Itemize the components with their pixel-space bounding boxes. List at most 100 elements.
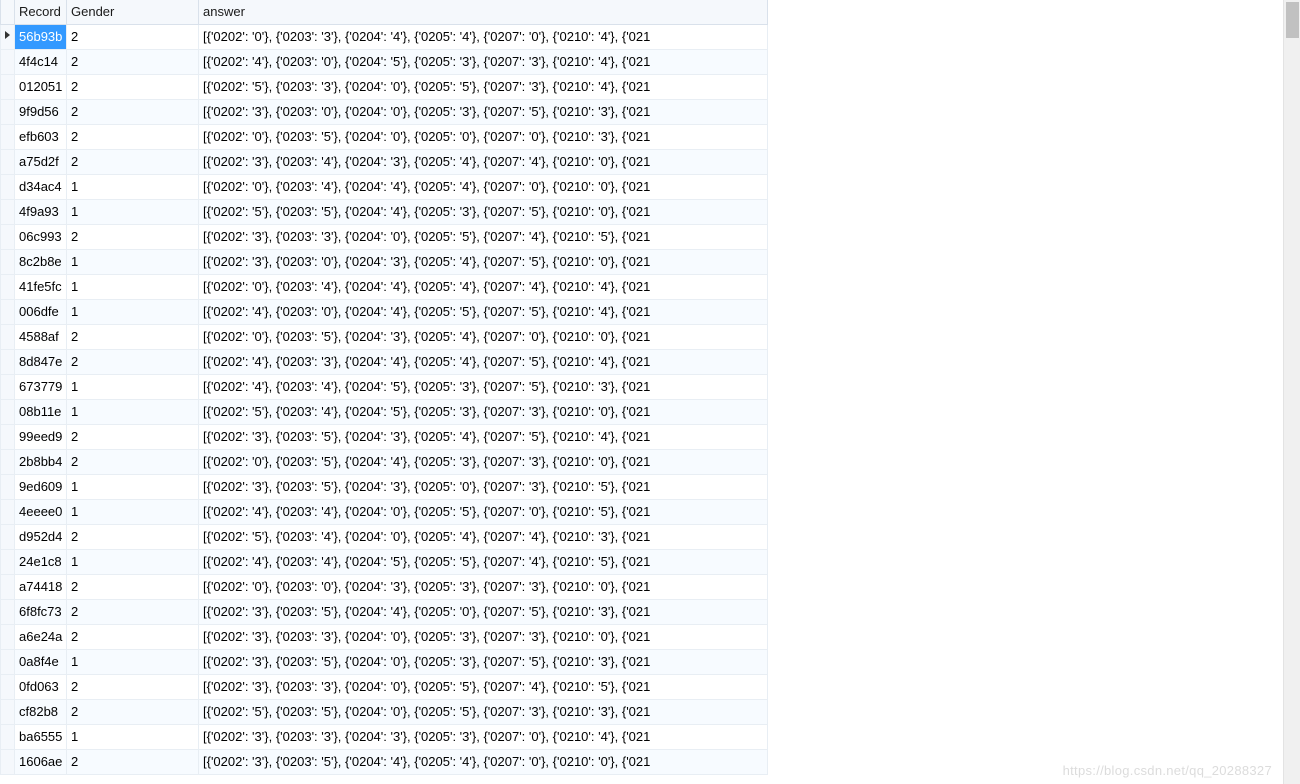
table-row[interactable]: 99eed92[{'0202': '3'}, {'0203': '5'}, {'… bbox=[1, 424, 768, 449]
row-indicator[interactable] bbox=[1, 349, 15, 374]
cell-answer[interactable]: [{'0202': '0'}, {'0203': '0'}, {'0204': … bbox=[199, 574, 768, 599]
row-indicator[interactable] bbox=[1, 24, 15, 49]
table-row[interactable]: d34ac41[{'0202': '0'}, {'0203': '4'}, {'… bbox=[1, 174, 768, 199]
cell-record[interactable]: 2b8bb4 bbox=[15, 449, 67, 474]
row-indicator[interactable] bbox=[1, 499, 15, 524]
cell-gender[interactable]: 2 bbox=[67, 574, 199, 599]
cell-gender[interactable]: 2 bbox=[67, 749, 199, 774]
table-row[interactable]: 006dfe1[{'0202': '4'}, {'0203': '0'}, {'… bbox=[1, 299, 768, 324]
row-indicator[interactable] bbox=[1, 374, 15, 399]
cell-gender[interactable]: 1 bbox=[67, 499, 199, 524]
cell-answer[interactable]: [{'0202': '3'}, {'0203': '3'}, {'0204': … bbox=[199, 724, 768, 749]
table-row[interactable]: 0120512[{'0202': '5'}, {'0203': '3'}, {'… bbox=[1, 74, 768, 99]
row-indicator[interactable] bbox=[1, 699, 15, 724]
row-indicator[interactable] bbox=[1, 199, 15, 224]
cell-answer[interactable]: [{'0202': '4'}, {'0203': '0'}, {'0204': … bbox=[199, 299, 768, 324]
cell-gender[interactable]: 2 bbox=[67, 99, 199, 124]
cell-record[interactable]: 4eeee0 bbox=[15, 499, 67, 524]
row-indicator[interactable] bbox=[1, 74, 15, 99]
table-row[interactable]: 4f4c142[{'0202': '4'}, {'0203': '0'}, {'… bbox=[1, 49, 768, 74]
column-header-answer[interactable]: answer bbox=[199, 0, 768, 24]
cell-answer[interactable]: [{'0202': '3'}, {'0203': '3'}, {'0204': … bbox=[199, 674, 768, 699]
cell-record[interactable]: 9f9d56 bbox=[15, 99, 67, 124]
cell-record[interactable]: 56b93b bbox=[15, 24, 67, 49]
row-indicator[interactable] bbox=[1, 124, 15, 149]
cell-record[interactable]: d952d4 bbox=[15, 524, 67, 549]
cell-record[interactable]: 4f4c14 bbox=[15, 49, 67, 74]
cell-record[interactable]: 0fd063 bbox=[15, 674, 67, 699]
cell-gender[interactable]: 2 bbox=[67, 124, 199, 149]
cell-gender[interactable]: 2 bbox=[67, 24, 199, 49]
row-indicator-header[interactable] bbox=[1, 0, 15, 24]
cell-gender[interactable]: 1 bbox=[67, 199, 199, 224]
cell-record[interactable]: 673779 bbox=[15, 374, 67, 399]
cell-gender[interactable]: 2 bbox=[67, 349, 199, 374]
cell-gender[interactable]: 2 bbox=[67, 424, 199, 449]
column-header-gender[interactable]: Gender bbox=[67, 0, 199, 24]
row-indicator[interactable] bbox=[1, 449, 15, 474]
row-indicator[interactable] bbox=[1, 174, 15, 199]
row-indicator[interactable] bbox=[1, 424, 15, 449]
cell-gender[interactable]: 1 bbox=[67, 174, 199, 199]
cell-gender[interactable]: 1 bbox=[67, 474, 199, 499]
cell-answer[interactable]: [{'0202': '3'}, {'0203': '3'}, {'0204': … bbox=[199, 224, 768, 249]
cell-record[interactable]: a6e24a bbox=[15, 624, 67, 649]
cell-record[interactable]: a75d2f bbox=[15, 149, 67, 174]
cell-answer[interactable]: [{'0202': '0'}, {'0203': '5'}, {'0204': … bbox=[199, 324, 768, 349]
cell-gender[interactable]: 1 bbox=[67, 374, 199, 399]
table-row[interactable]: efb6032[{'0202': '0'}, {'0203': '5'}, {'… bbox=[1, 124, 768, 149]
row-indicator[interactable] bbox=[1, 299, 15, 324]
row-indicator[interactable] bbox=[1, 624, 15, 649]
row-indicator[interactable] bbox=[1, 324, 15, 349]
cell-record[interactable]: 24e1c8 bbox=[15, 549, 67, 574]
table-row[interactable]: 0fd0632[{'0202': '3'}, {'0203': '3'}, {'… bbox=[1, 674, 768, 699]
cell-record[interactable]: 8d847e bbox=[15, 349, 67, 374]
cell-record[interactable]: 1606ae bbox=[15, 749, 67, 774]
cell-gender[interactable]: 1 bbox=[67, 724, 199, 749]
cell-answer[interactable]: [{'0202': '5'}, {'0203': '4'}, {'0204': … bbox=[199, 399, 768, 424]
cell-answer[interactable]: [{'0202': '5'}, {'0203': '5'}, {'0204': … bbox=[199, 199, 768, 224]
cell-answer[interactable]: [{'0202': '4'}, {'0203': '3'}, {'0204': … bbox=[199, 349, 768, 374]
cell-record[interactable]: efb603 bbox=[15, 124, 67, 149]
table-row[interactable]: 2b8bb42[{'0202': '0'}, {'0203': '5'}, {'… bbox=[1, 449, 768, 474]
table-row[interactable]: 6737791[{'0202': '4'}, {'0203': '4'}, {'… bbox=[1, 374, 768, 399]
table-row[interactable]: 08b11e1[{'0202': '5'}, {'0203': '4'}, {'… bbox=[1, 399, 768, 424]
cell-answer[interactable]: [{'0202': '0'}, {'0203': '5'}, {'0204': … bbox=[199, 449, 768, 474]
cell-answer[interactable]: [{'0202': '0'}, {'0203': '3'}, {'0204': … bbox=[199, 24, 768, 49]
cell-answer[interactable]: [{'0202': '3'}, {'0203': '5'}, {'0204': … bbox=[199, 599, 768, 624]
cell-gender[interactable]: 2 bbox=[67, 524, 199, 549]
cell-gender[interactable]: 1 bbox=[67, 549, 199, 574]
cell-record[interactable]: d34ac4 bbox=[15, 174, 67, 199]
cell-answer[interactable]: [{'0202': '3'}, {'0203': '3'}, {'0204': … bbox=[199, 624, 768, 649]
row-indicator[interactable] bbox=[1, 224, 15, 249]
cell-record[interactable]: 006dfe bbox=[15, 299, 67, 324]
row-indicator[interactable] bbox=[1, 574, 15, 599]
row-indicator[interactable] bbox=[1, 749, 15, 774]
cell-answer[interactable]: [{'0202': '3'}, {'0203': '5'}, {'0204': … bbox=[199, 424, 768, 449]
cell-record[interactable]: 4588af bbox=[15, 324, 67, 349]
cell-gender[interactable]: 1 bbox=[67, 399, 199, 424]
cell-answer[interactable]: [{'0202': '3'}, {'0203': '5'}, {'0204': … bbox=[199, 749, 768, 774]
row-indicator[interactable] bbox=[1, 674, 15, 699]
cell-gender[interactable]: 1 bbox=[67, 274, 199, 299]
row-indicator[interactable] bbox=[1, 99, 15, 124]
row-indicator[interactable] bbox=[1, 524, 15, 549]
scrollbar-thumb[interactable] bbox=[1286, 2, 1299, 38]
cell-answer[interactable]: [{'0202': '4'}, {'0203': '4'}, {'0204': … bbox=[199, 499, 768, 524]
cell-record[interactable]: ba6555 bbox=[15, 724, 67, 749]
cell-answer[interactable]: [{'0202': '4'}, {'0203': '4'}, {'0204': … bbox=[199, 549, 768, 574]
cell-gender[interactable]: 2 bbox=[67, 149, 199, 174]
cell-record[interactable]: 8c2b8e bbox=[15, 249, 67, 274]
cell-record[interactable]: 06c993 bbox=[15, 224, 67, 249]
cell-gender[interactable]: 2 bbox=[67, 74, 199, 99]
row-indicator[interactable] bbox=[1, 649, 15, 674]
cell-record[interactable]: 4f9a93 bbox=[15, 199, 67, 224]
cell-answer[interactable]: [{'0202': '3'}, {'0203': '5'}, {'0204': … bbox=[199, 649, 768, 674]
table-row[interactable]: a75d2f2[{'0202': '3'}, {'0203': '4'}, {'… bbox=[1, 149, 768, 174]
cell-record[interactable]: 99eed9 bbox=[15, 424, 67, 449]
cell-answer[interactable]: [{'0202': '5'}, {'0203': '4'}, {'0204': … bbox=[199, 524, 768, 549]
table-row[interactable]: 0a8f4e1[{'0202': '3'}, {'0203': '5'}, {'… bbox=[1, 649, 768, 674]
cell-answer[interactable]: [{'0202': '3'}, {'0203': '0'}, {'0204': … bbox=[199, 249, 768, 274]
cell-record[interactable]: a74418 bbox=[15, 574, 67, 599]
table-row[interactable]: 4eeee01[{'0202': '4'}, {'0203': '4'}, {'… bbox=[1, 499, 768, 524]
